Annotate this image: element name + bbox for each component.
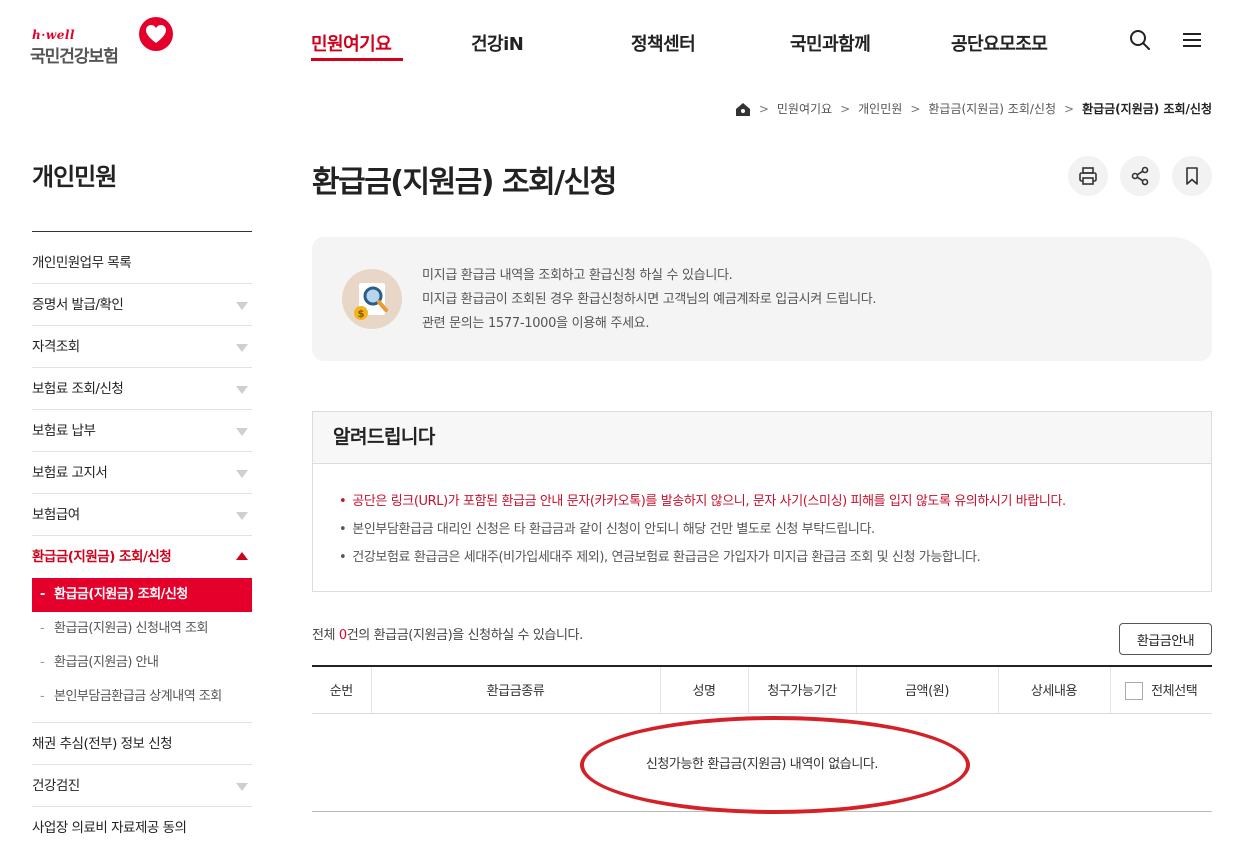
sidebar-menu: 개인민원업무 목록 증명서 발급/확인 자격조회 보험료 조회/신청 보험료 납… bbox=[32, 242, 252, 842]
bookmark-button[interactable] bbox=[1172, 156, 1212, 196]
breadcrumb-separator: > bbox=[758, 101, 769, 116]
empty-message: 신청가능한 환급금(지원금) 내역이 없습니다. bbox=[312, 713, 1212, 812]
breadcrumb-separator: > bbox=[840, 101, 851, 116]
sidebar-item-refund[interactable]: 환급금(지원금) 조회/신청 bbox=[32, 536, 252, 578]
share-button[interactable] bbox=[1120, 156, 1160, 196]
nav-item-about[interactable]: 공단요모조모 bbox=[951, 30, 1048, 56]
menu-icon[interactable] bbox=[1180, 28, 1204, 52]
chevron-down-icon bbox=[236, 344, 248, 352]
notice-list: 공단은 링크(URL)가 포함된 환급금 안내 문자(카카오톡)를 발송하지 않… bbox=[313, 464, 1211, 572]
magnifier-coin-icon: $ bbox=[342, 269, 402, 329]
nhis-logo[interactable]: h·well 국민건강보험 bbox=[30, 16, 180, 67]
column-header-select-all: 전체선택 bbox=[1109, 665, 1212, 714]
sidebar-item-label: 환급금(지원금) 조회/신청 bbox=[32, 549, 172, 565]
nav-item-policy-center[interactable]: 정책센터 bbox=[631, 30, 696, 56]
sidebar-item-label: 보험료 조회/신청 bbox=[32, 381, 124, 397]
sidebar-item-health-checkup[interactable]: 건강검진 bbox=[32, 765, 252, 807]
breadcrumb-item-refund[interactable]: 환급금(지원금) 조회/신청 bbox=[928, 100, 1056, 117]
column-header-refund-type: 환급금종류 bbox=[370, 665, 660, 714]
info-box: $ 미지급 환급금 내역을 조회하고 환급신청 하실 수 있습니다. 미지급 환… bbox=[312, 237, 1212, 361]
search-icon[interactable] bbox=[1128, 28, 1152, 52]
nav-item-minwon[interactable]: 민원여기요 bbox=[311, 30, 392, 56]
refund-guide-button[interactable]: 환급금안내 bbox=[1119, 623, 1212, 655]
chevron-down-icon bbox=[236, 428, 248, 436]
info-line: 미지급 환급금 내역을 조회하고 환급신청 하실 수 있습니다. bbox=[422, 268, 733, 283]
chevron-up-icon bbox=[236, 552, 248, 560]
sidebar-item-premium-payment[interactable]: 보험료 납부 bbox=[32, 410, 252, 452]
chevron-down-icon bbox=[236, 302, 248, 310]
sidebar-item-premium-inquiry[interactable]: 보험료 조회/신청 bbox=[32, 368, 252, 410]
submenu-item-refund-inquiry[interactable]: - 환급금(지원금) 조회/신청 bbox=[32, 578, 252, 612]
select-all-checkbox[interactable] bbox=[1125, 682, 1144, 700]
sidebar-item-label: 보험급여 bbox=[32, 507, 80, 523]
column-header-name: 성명 bbox=[659, 665, 748, 714]
chevron-down-icon bbox=[236, 386, 248, 394]
logo-hwell-text: h·well bbox=[32, 28, 75, 42]
submenu-item-label: 본인부담금환급금 상계내역 조회 bbox=[54, 689, 222, 704]
sidebar-item-certificate[interactable]: 증명서 발급/확인 bbox=[32, 284, 252, 326]
home-icon[interactable] bbox=[735, 101, 751, 117]
sidebar-item-label: 사업장 의료비 자료제공 동의 bbox=[32, 820, 187, 836]
column-header-claim-period: 청구가능기간 bbox=[747, 665, 856, 714]
table-row-empty: 신청가능한 환급금(지원금) 내역이 없습니다. bbox=[312, 713, 1212, 812]
sidebar-title: 개인민원 bbox=[32, 163, 117, 191]
submenu-item-refund-history[interactable]: - 환급금(지원금) 신청내역 조회 bbox=[32, 612, 252, 646]
info-line: 미지급 환급금이 조회된 경우 환급신청하시면 고객님의 예금계좌로 입금시켜 … bbox=[422, 292, 877, 307]
submenu-item-label: 환급금(지원금) 안내 bbox=[54, 655, 159, 670]
bookmark-icon bbox=[1186, 167, 1198, 185]
sidebar-item-benefits[interactable]: 보험급여 bbox=[32, 494, 252, 536]
column-header-no: 순번 bbox=[312, 665, 371, 714]
column-header-detail: 상세내용 bbox=[997, 665, 1110, 714]
notice-box: 알려드립니다 공단은 링크(URL)가 포함된 환급금 안내 문자(카카오톡)를… bbox=[312, 411, 1212, 592]
refund-count: 0 bbox=[338, 628, 347, 643]
chevron-down-icon bbox=[236, 783, 248, 791]
breadcrumb-item-personal[interactable]: 개인민원 bbox=[858, 100, 902, 117]
refund-count-summary: 전체 0건의 환급금(지원금)을 신청하실 수 있습니다. bbox=[312, 628, 583, 643]
sidebar-item-label: 보험료 납부 bbox=[32, 423, 96, 439]
nav-item-health-in[interactable]: 건강iN bbox=[471, 30, 524, 56]
notice-item-smishing-warning: 공단은 링크(URL)가 포함된 환급금 안내 문자(카카오톡)를 발송하지 않… bbox=[339, 488, 1211, 516]
share-icon bbox=[1131, 166, 1149, 186]
sidebar-item-label: 증명서 발급/확인 bbox=[32, 297, 124, 313]
breadcrumb-item-current: 환급금(지원금) 조회/신청 bbox=[1082, 102, 1212, 116]
notice-item: 건강보험료 환급금은 세대주(비가입세대주 제외), 연금보험료 환급금은 가입… bbox=[339, 544, 1211, 572]
heart-logo-icon bbox=[139, 17, 173, 51]
sidebar-item-debt-collection[interactable]: 채권 추심(전부) 정보 신청 bbox=[32, 723, 252, 765]
breadcrumb-separator: > bbox=[1064, 101, 1075, 116]
sidebar-submenu: - 환급금(지원금) 조회/신청 - 환급금(지원금) 신청내역 조회 - 환급금(지… bbox=[32, 578, 252, 723]
sidebar-item-label: 채권 추심(전부) 정보 신청 bbox=[32, 736, 173, 752]
sidebar-item-label: 자격조회 bbox=[32, 339, 80, 355]
notice-item: 본인부담환급금 대리인 신청은 타 환급금과 같이 신청이 안되니 해당 건만 … bbox=[339, 516, 1211, 544]
refund-table: 순번 환급금종류 성명 청구가능기간 금액(원) 상세내용 전체선택 신청가능한… bbox=[312, 665, 1212, 812]
chevron-down-icon bbox=[236, 512, 248, 520]
notice-title: 알려드립니다 bbox=[313, 412, 1211, 464]
sidebar-item-label: 개인민원업무 목록 bbox=[32, 255, 132, 271]
print-icon bbox=[1079, 167, 1097, 185]
select-all-label: 전체선택 bbox=[1151, 683, 1198, 699]
submenu-item-label: 환급금(지원금) 조회/신청 bbox=[54, 587, 188, 602]
nav-item-with-people[interactable]: 국민과함께 bbox=[790, 30, 871, 56]
sidebar-item-premium-bill[interactable]: 보험료 고지서 bbox=[32, 452, 252, 494]
chevron-down-icon bbox=[236, 470, 248, 478]
breadcrumb-item-minwon[interactable]: 민원여기요 bbox=[777, 100, 832, 117]
submenu-item-refund-guide[interactable]: - 환급금(지원금) 안내 bbox=[32, 646, 252, 680]
logo-name-text: 국민건강보험 bbox=[30, 47, 119, 67]
sidebar-item-label: 보험료 고지서 bbox=[32, 465, 108, 481]
sidebar-item-eligibility[interactable]: 자격조회 bbox=[32, 326, 252, 368]
column-header-amount: 금액(원) bbox=[855, 665, 998, 714]
submenu-item-offset-history[interactable]: - 본인부담금환급금 상계내역 조회 bbox=[32, 680, 252, 714]
nav-active-underline bbox=[311, 58, 403, 61]
submenu-item-label: 환급금(지원금) 신청내역 조회 bbox=[54, 621, 208, 636]
info-text: 미지급 환급금 내역을 조회하고 환급신청 하실 수 있습니다. 미지급 환급금… bbox=[422, 264, 877, 336]
svg-text:$: $ bbox=[358, 309, 365, 320]
sidebar-divider bbox=[32, 231, 252, 232]
info-line: 관련 문의는 1577-1000을 이용해 주세요. bbox=[422, 316, 650, 331]
breadcrumb: > 민원여기요 > 개인민원 > 환급금(지원금) 조회/신청 > 환급금(지원… bbox=[735, 100, 1212, 117]
sidebar-item-service-list[interactable]: 개인민원업무 목록 bbox=[32, 242, 252, 284]
print-button[interactable] bbox=[1068, 156, 1108, 196]
breadcrumb-separator: > bbox=[910, 101, 921, 116]
sidebar-item-medical-data-consent[interactable]: 사업장 의료비 자료제공 동의 bbox=[32, 807, 252, 842]
page-title: 환급금(지원금) 조회/신청 bbox=[312, 165, 617, 200]
sidebar-item-label: 건강검진 bbox=[32, 778, 80, 794]
